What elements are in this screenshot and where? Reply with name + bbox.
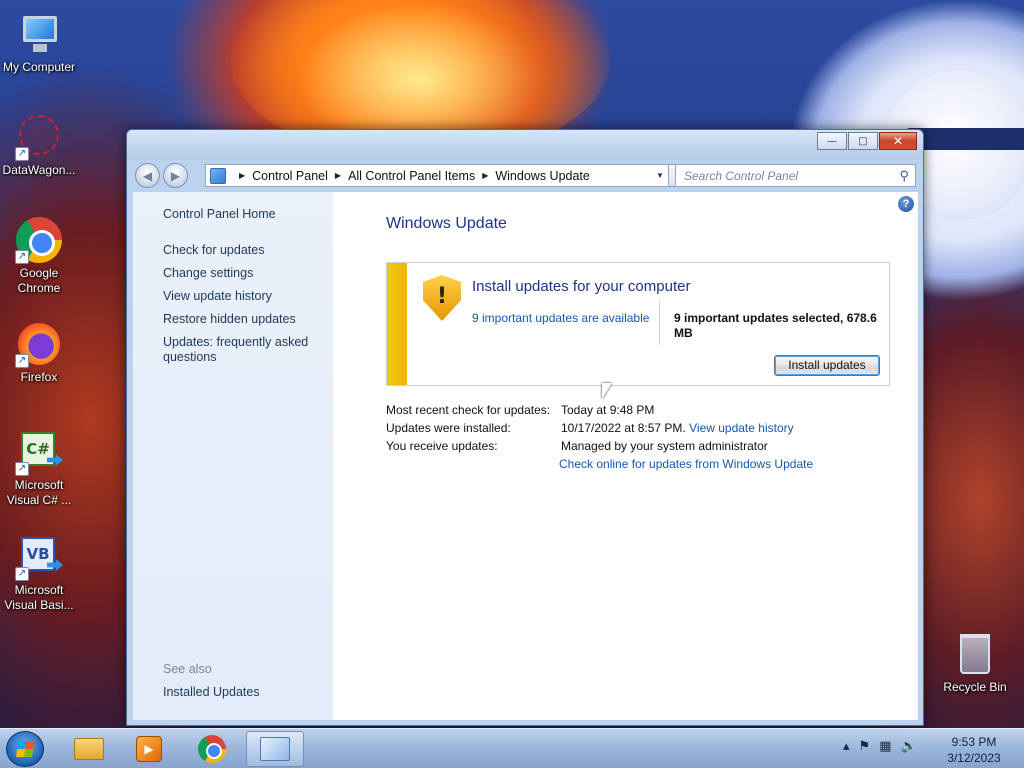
control-panel-home-link[interactable]: Control Panel Home: [163, 207, 323, 222]
windows-logo-icon: [16, 741, 34, 757]
visual-basic-icon: VB ↗: [15, 533, 63, 581]
recycle-bin-icon: [947, 630, 1003, 678]
desktop-icon-label: Recycle Bin: [943, 680, 1007, 694]
installed-label: Updates were installed:: [386, 421, 511, 435]
desktop-icon-recycle-bin[interactable]: Recycle Bin: [935, 630, 1015, 695]
network-icon[interactable]: ▦: [879, 739, 891, 754]
visual-csharp-icon: C# ↗: [15, 428, 63, 476]
close-button[interactable]: ✕: [879, 132, 917, 150]
shortcut-arrow-icon: ↗: [15, 147, 29, 161]
page-title: Windows Update: [386, 215, 507, 232]
start-button[interactable]: [6, 731, 44, 767]
desktop-icon-datawagon[interactable]: ↗ DataWagon...: [0, 113, 79, 178]
panel-divider: [659, 301, 660, 345]
clock-date: 3/12/2023: [947, 751, 1001, 765]
maximize-button[interactable]: □: [848, 132, 878, 150]
updates-selected-summary: 9 important updates selected, 678.6 MB: [674, 311, 877, 340]
last-check-label: Most recent check for updates:: [386, 403, 551, 417]
change-settings-link[interactable]: Change settings: [163, 266, 323, 281]
desktop-icon-visual-csharp[interactable]: C# ↗ Microsoft Visual C# ...: [0, 428, 79, 508]
control-panel-icon: [260, 737, 290, 761]
search-icon[interactable]: ⚲: [899, 168, 909, 184]
install-updates-button[interactable]: Install updates: [774, 355, 880, 376]
taskbar: ▶ ▴ ⚑ ▦ 🔈 9:53 PM 3/12/2023: [0, 728, 1024, 768]
see-also-heading: See also: [163, 662, 212, 676]
action-center-flag-icon[interactable]: ⚑: [859, 739, 871, 754]
installed-value: 10/17/2022 at 8:57 PM.: [561, 421, 686, 435]
media-player-icon: ▶: [136, 736, 162, 762]
system-tray: ▴ ⚑ ▦ 🔈: [843, 739, 917, 754]
check-for-updates-link[interactable]: Check for updates: [163, 243, 323, 258]
view-update-history-link[interactable]: View update history: [163, 289, 323, 304]
taskbar-media-player[interactable]: ▶: [120, 731, 178, 767]
desktop-icon-label: My Computer: [2, 60, 76, 74]
computer-icon: [15, 10, 63, 58]
desktop-icon-label: Firefox: [20, 370, 58, 384]
taskbar-clock[interactable]: 9:53 PM 3/12/2023: [938, 734, 1010, 766]
breadcrumb-control-panel[interactable]: Control Panel: [252, 169, 328, 183]
taskbar-chrome[interactable]: [183, 731, 241, 767]
clock-time: 9:53 PM: [951, 735, 997, 749]
desktop-icon-label: Google Chrome: [17, 266, 61, 295]
chrome-icon: [198, 735, 226, 763]
desktop-icon-firefox[interactable]: ↗ Firefox: [0, 320, 79, 385]
navigation-bar: ◀ ▶ ▶ Control Panel ▶ All Control Panel …: [127, 160, 923, 190]
shortcut-arrow-icon: ↗: [15, 250, 29, 264]
search-placeholder: Search Control Panel: [684, 168, 799, 183]
updates-faq-link[interactable]: Updates: frequently asked questions: [163, 335, 313, 365]
breadcrumb-windows-update[interactable]: Windows Update: [495, 169, 590, 183]
installed-updates-link[interactable]: Installed Updates: [163, 685, 323, 700]
breadcrumb-all-control-panel-items[interactable]: All Control Panel Items: [348, 169, 475, 183]
desktop-icon-my-computer[interactable]: My Computer: [0, 10, 79, 75]
shortcut-arrow-icon: ↗: [15, 567, 29, 581]
main-pane: ? Windows Update ! Install updates for y…: [333, 192, 918, 720]
install-updates-panel: ! Install updates for your computer 9 im…: [386, 262, 890, 386]
left-task-pane: Control Panel Home Check for updates Cha…: [133, 192, 333, 720]
taskbar-windows-explorer[interactable]: [60, 731, 118, 767]
windows-update-window: — □ ✕ ◀ ▶ ▶ Control Panel ▶ All Control …: [126, 129, 924, 726]
firefox-icon: ↗: [15, 320, 63, 368]
breadcrumb-separator-icon[interactable]: ▶: [482, 171, 488, 180]
last-check-value: Today at 9:48 PM: [561, 403, 655, 417]
title-bar[interactable]: — □ ✕: [127, 130, 923, 160]
desktop-icon-label: Microsoft Visual Basi...: [4, 583, 74, 612]
address-dropdown-icon[interactable]: ▼: [652, 171, 668, 180]
chrome-icon: ↗: [15, 216, 63, 264]
minimize-button[interactable]: —: [817, 132, 847, 150]
restore-hidden-updates-link[interactable]: Restore hidden updates: [163, 312, 323, 327]
important-updates-available-link[interactable]: 9 important updates are available: [472, 311, 649, 325]
warning-shield-icon: !: [423, 275, 461, 321]
view-update-history-inline-link[interactable]: View update history: [689, 421, 794, 435]
mouse-cursor-icon: [602, 383, 612, 399]
back-arrow-icon: ◀: [142, 168, 153, 183]
forward-arrow-icon: ▶: [170, 168, 181, 183]
receive-updates-value: Managed by your system administrator: [561, 439, 768, 453]
shortcut-arrow-icon: ↗: [15, 354, 29, 368]
datawagon-icon: ↗: [15, 113, 63, 161]
shortcut-arrow-icon: ↗: [15, 462, 29, 476]
forward-button[interactable]: ▶: [163, 163, 188, 188]
warning-stripe: [387, 263, 407, 385]
volume-icon[interactable]: 🔈: [900, 739, 916, 754]
help-icon[interactable]: ?: [898, 196, 914, 212]
desktop-icon-visual-basic[interactable]: VB ↗ Microsoft Visual Basi...: [0, 533, 79, 613]
windows-explorer-icon: [74, 738, 104, 760]
installed-value-row: 10/17/2022 at 8:57 PM. View update histo…: [561, 421, 794, 435]
control-panel-icon: [210, 167, 226, 184]
back-button[interactable]: ◀: [135, 163, 160, 188]
search-input[interactable]: Search Control Panel ⚲: [675, 164, 916, 187]
taskbar-control-panel[interactable]: [246, 731, 304, 767]
show-hidden-icons-arrow[interactable]: ▴: [843, 739, 850, 754]
receive-updates-label: You receive updates:: [386, 439, 498, 453]
breadcrumb-separator-icon[interactable]: ▶: [335, 171, 341, 180]
breadcrumb-separator-icon[interactable]: ▶: [239, 171, 245, 180]
address-bar[interactable]: ▶ Control Panel ▶ All Control Panel Item…: [205, 164, 669, 187]
desktop-icon-label: Microsoft Visual C# ...: [6, 478, 72, 507]
desktop-icon-google-chrome[interactable]: ↗ Google Chrome: [0, 216, 79, 296]
desktop-icon-label: DataWagon...: [2, 163, 76, 177]
check-online-link[interactable]: Check online for updates from Windows Up…: [559, 457, 813, 471]
update-panel-heading: Install updates for your computer: [472, 278, 691, 295]
content-area: Control Panel Home Check for updates Cha…: [133, 192, 918, 720]
